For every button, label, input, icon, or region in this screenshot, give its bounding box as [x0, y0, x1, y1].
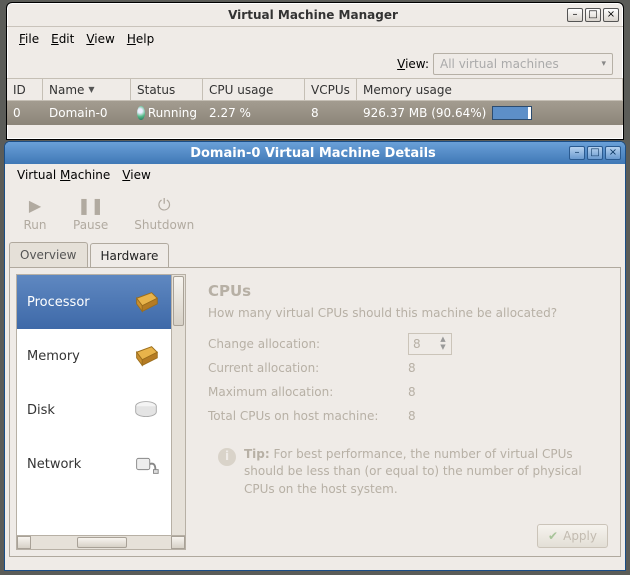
cell-name: Domain-0	[43, 106, 131, 120]
tip-box: i Tip: For best performance, the number …	[208, 446, 606, 498]
memory-bar	[492, 106, 532, 120]
details-window: Domain-0 Virtual Machine Details – □ × V…	[4, 141, 626, 571]
menu-virtual-machine[interactable]: Virtual Machine	[13, 166, 114, 184]
table-row[interactable]: 0 Domain-0 Running 2.27 % 8 926.37 MB (9…	[7, 101, 623, 125]
details-menubar: Virtual Machine View	[5, 164, 625, 186]
pause-icon: ❚❚	[79, 194, 103, 216]
cpu-icon	[131, 288, 161, 316]
value-total-cpus: 8	[408, 409, 416, 423]
horizontal-scrollbar[interactable]	[16, 536, 186, 550]
label-change-allocation: Change allocation:	[208, 337, 408, 351]
minimize-button[interactable]: –	[569, 146, 585, 160]
row-current-allocation: Current allocation: 8	[208, 356, 606, 380]
memory-icon	[131, 342, 161, 370]
detail-heading: CPUs	[208, 282, 606, 300]
minimize-button[interactable]: –	[567, 8, 583, 22]
menu-view[interactable]: View	[118, 166, 154, 184]
menu-view[interactable]: View	[82, 30, 118, 48]
vertical-scrollbar[interactable]	[171, 275, 185, 535]
view-label: View:	[397, 57, 429, 71]
check-icon: ✔	[548, 529, 558, 543]
menu-help[interactable]: Help	[123, 30, 158, 48]
row-max-allocation: Maximum allocation: 8	[208, 380, 606, 404]
power-icon: ⏻	[152, 194, 176, 216]
hw-item-disk[interactable]: Disk	[17, 383, 171, 437]
hw-item-memory[interactable]: Memory	[17, 329, 171, 383]
details-titlebar[interactable]: Domain-0 Virtual Machine Details – □ ×	[5, 142, 625, 164]
change-allocation-spinner[interactable]: 8 ▲▼	[408, 333, 452, 355]
cell-mem: 926.37 MB (90.64%)	[357, 106, 623, 120]
cell-id: 0	[7, 106, 43, 120]
view-filter-row: View: All virtual machines ▾	[7, 51, 623, 79]
col-name[interactable]: Name▼	[43, 79, 131, 100]
col-status[interactable]: Status	[131, 79, 203, 100]
vmm-titlebar[interactable]: Virtual Machine Manager – □ ×	[7, 3, 623, 27]
detail-question: How many virtual CPUs should this machin…	[208, 306, 606, 320]
hw-item-network[interactable]: Network	[17, 437, 171, 491]
col-cpu[interactable]: CPU usage	[203, 79, 305, 100]
row-total-cpus: Total CPUs on host machine: 8	[208, 404, 606, 428]
vmm-title: Virtual Machine Manager	[59, 8, 567, 22]
hardware-sidebar: Processor Memory Disk Network	[10, 268, 190, 556]
label-current-allocation: Current allocation:	[208, 361, 408, 375]
shutdown-button[interactable]: ⏻ Shutdown	[134, 194, 194, 232]
pause-button[interactable]: ❚❚ Pause	[73, 194, 108, 232]
close-button[interactable]: ×	[605, 146, 621, 160]
cell-status: Running	[131, 106, 203, 120]
chevron-down-icon: ▾	[601, 59, 606, 69]
play-icon: ▶	[23, 194, 47, 216]
vmm-window: Virtual Machine Manager – □ × File Edit …	[6, 2, 624, 140]
tab-hardware[interactable]: Hardware	[90, 243, 170, 268]
label-total-cpus: Total CPUs on host machine:	[208, 409, 408, 423]
label-max-allocation: Maximum allocation:	[208, 385, 408, 399]
value-current-allocation: 8	[408, 361, 416, 375]
hardware-list: Processor Memory Disk Network	[16, 274, 186, 536]
vmm-menubar: File Edit View Help	[7, 27, 623, 51]
col-id[interactable]: ID	[7, 79, 43, 100]
run-button[interactable]: ▶ Run	[23, 194, 47, 232]
details-toolbar: ▶ Run ❚❚ Pause ⏻ Shutdown	[5, 186, 625, 240]
maximize-button[interactable]: □	[587, 146, 603, 160]
cell-vcpus: 8	[305, 106, 357, 120]
network-icon	[131, 450, 161, 478]
table-header: ID Name▼ Status CPU usage VCPUs Memory u…	[7, 79, 623, 101]
spinner-arrows-icon: ▲▼	[437, 335, 449, 353]
col-vcpus[interactable]: VCPUs	[305, 79, 357, 100]
sort-desc-icon: ▼	[88, 85, 94, 94]
view-combo-text: All virtual machines	[440, 57, 559, 71]
info-icon: i	[218, 448, 236, 466]
apply-button[interactable]: ✔ Apply	[537, 524, 608, 548]
menu-edit[interactable]: Edit	[47, 30, 78, 48]
running-icon	[137, 106, 145, 120]
hw-item-processor[interactable]: Processor	[17, 275, 171, 329]
close-button[interactable]: ×	[603, 8, 619, 22]
details-title: Domain-0 Virtual Machine Details	[57, 146, 569, 161]
tip-text: Tip: For best performance, the number of…	[244, 446, 602, 498]
menu-file[interactable]: File	[15, 30, 43, 48]
cell-cpu: 2.27 %	[203, 106, 305, 120]
row-change-allocation: Change allocation: 8 ▲▼	[208, 332, 606, 356]
details-tabs: Overview Hardware	[5, 242, 625, 267]
view-combo[interactable]: All virtual machines ▾	[433, 53, 613, 75]
hardware-tab-body: Processor Memory Disk Network	[9, 267, 621, 557]
value-max-allocation: 8	[408, 385, 416, 399]
col-mem[interactable]: Memory usage	[357, 79, 623, 100]
disk-icon	[131, 396, 161, 424]
vm-table: ID Name▼ Status CPU usage VCPUs Memory u…	[7, 79, 623, 125]
maximize-button[interactable]: □	[585, 8, 601, 22]
hardware-detail-pane: CPUs How many virtual CPUs should this m…	[190, 268, 620, 556]
tab-overview[interactable]: Overview	[9, 242, 88, 267]
